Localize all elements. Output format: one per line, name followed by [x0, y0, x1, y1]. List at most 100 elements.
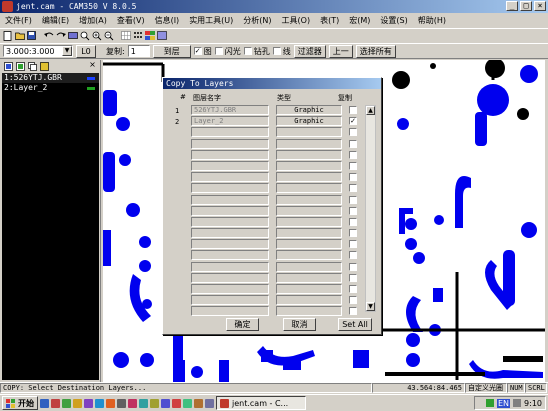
- zoom-all-icon[interactable]: [79, 30, 90, 41]
- undo-icon[interactable]: [43, 30, 54, 41]
- quicklaunch-app-icon[interactable]: [150, 398, 159, 408]
- line-checkbox[interactable]: [272, 47, 281, 55]
- layer-name-cell[interactable]: [191, 194, 269, 205]
- menu-view[interactable]: 查看(V): [112, 15, 150, 26]
- copy-checkbox[interactable]: [349, 106, 357, 114]
- copy-checkbox[interactable]: [349, 206, 357, 215]
- type-cell[interactable]: [276, 272, 342, 283]
- type-cell[interactable]: [276, 183, 342, 194]
- layer-name-cell[interactable]: 526YTJ.GBR: [191, 105, 269, 115]
- scroll-down-icon[interactable]: ▼: [366, 302, 375, 311]
- quicklaunch-app-icon[interactable]: [172, 398, 181, 408]
- menu-add[interactable]: 增加(A): [74, 15, 112, 26]
- layer-name-cell[interactable]: [191, 183, 269, 194]
- layer-name-cell[interactable]: [191, 284, 269, 294]
- open-icon[interactable]: [14, 30, 25, 41]
- copy-checkbox[interactable]: [349, 240, 357, 249]
- type-cell[interactable]: Graphic: [276, 105, 342, 115]
- layer-item[interactable]: 1:526YTJ.GBR: [2, 73, 99, 83]
- quicklaunch-app-icon[interactable]: [62, 398, 71, 408]
- graphic-checkbox[interactable]: ✓: [193, 47, 202, 55]
- type-cell[interactable]: [276, 127, 342, 138]
- menu-tables[interactable]: 表(T): [315, 15, 344, 26]
- layer-name-cell[interactable]: Layer_2: [191, 116, 269, 127]
- copy-checkbox[interactable]: [349, 307, 357, 316]
- type-cell[interactable]: [276, 149, 342, 160]
- type-cell[interactable]: [276, 295, 342, 306]
- menu-file[interactable]: 文件(F): [0, 15, 37, 26]
- type-cell[interactable]: [276, 194, 342, 205]
- layer-item[interactable]: 2:Layer_2: [2, 83, 99, 93]
- coordinate-combo[interactable]: 3.000:3.000 ▼: [3, 45, 73, 57]
- layer-add-icon[interactable]: [4, 61, 13, 71]
- dialog-scrollbar[interactable]: ▲ ▼: [365, 105, 376, 312]
- layer-name-cell[interactable]: [191, 295, 269, 306]
- layer-copy-icon[interactable]: [28, 61, 37, 71]
- menu-analysis[interactable]: 分析(N): [238, 15, 276, 26]
- type-cell[interactable]: Graphic: [276, 116, 342, 127]
- menu-info[interactable]: 信息(I): [150, 15, 185, 26]
- type-cell[interactable]: [276, 250, 342, 261]
- quicklaunch-app-icon[interactable]: [183, 398, 192, 408]
- close-icon[interactable]: ×: [88, 61, 97, 70]
- layer-name-cell[interactable]: [191, 272, 269, 283]
- quicklaunch-app-icon[interactable]: [128, 398, 137, 408]
- cancel-button[interactable]: 取消: [283, 318, 316, 331]
- quicklaunch-app-icon[interactable]: [51, 398, 60, 408]
- network-icon[interactable]: [485, 399, 494, 407]
- type-cell[interactable]: [276, 216, 342, 227]
- copy-checkbox[interactable]: [349, 173, 357, 182]
- chevron-down-icon[interactable]: ▼: [62, 46, 72, 56]
- zoom-in-icon[interactable]: [91, 30, 102, 41]
- menu-macro[interactable]: 宏(M): [344, 15, 375, 26]
- layer-zero-button[interactable]: L0: [76, 44, 96, 58]
- copy-checkbox[interactable]: [349, 195, 357, 204]
- layer-name-cell[interactable]: [191, 239, 269, 250]
- quicklaunch-app-icon[interactable]: [161, 398, 170, 408]
- copy-checkbox[interactable]: [349, 273, 357, 282]
- type-cell[interactable]: [276, 306, 342, 317]
- redo-icon[interactable]: [55, 30, 66, 41]
- layer-name-cell[interactable]: [191, 138, 269, 149]
- filter-button[interactable]: 过滤器: [293, 44, 326, 58]
- copy-checkbox[interactable]: [349, 161, 357, 170]
- menu-edit[interactable]: 编辑(E): [37, 15, 74, 26]
- set-all-button[interactable]: Set All: [338, 318, 372, 331]
- close-button[interactable]: ×: [534, 1, 546, 11]
- grid-icon[interactable]: [120, 30, 131, 41]
- snap-icon[interactable]: [132, 30, 143, 41]
- menu-tools[interactable]: 工具(O): [277, 15, 316, 26]
- layers-icon[interactable]: [144, 30, 155, 41]
- copy-count-input[interactable]: 1: [127, 45, 150, 57]
- new-icon[interactable]: [2, 30, 13, 41]
- quicklaunch-app-icon[interactable]: [194, 398, 203, 408]
- scroll-up-icon[interactable]: ▲: [366, 106, 375, 115]
- quicklaunch-ie-icon[interactable]: [40, 398, 49, 408]
- select-all-button[interactable]: 选择所有: [355, 44, 396, 58]
- copy-checkbox[interactable]: [349, 139, 357, 148]
- type-cell[interactable]: [276, 239, 342, 250]
- ime-indicator[interactable]: EN: [496, 398, 511, 408]
- layer-name-cell[interactable]: [191, 228, 269, 239]
- layer-name-cell[interactable]: [191, 127, 269, 138]
- layer-open-icon[interactable]: [16, 61, 25, 71]
- maximize-button[interactable]: □: [520, 1, 532, 11]
- layer-name-cell[interactable]: [191, 205, 269, 216]
- quicklaunch-app-icon[interactable]: [139, 398, 148, 408]
- previous-button[interactable]: 上一: [328, 44, 353, 58]
- menu-settings[interactable]: 设置(S): [375, 15, 412, 26]
- taskbar-item-cam350[interactable]: jent.cam - C...: [216, 396, 306, 410]
- layer-name-cell[interactable]: [191, 306, 269, 317]
- menu-utilities[interactable]: 实用工具(U): [184, 15, 238, 26]
- layer-name-cell[interactable]: [191, 250, 269, 261]
- to-layer-button[interactable]: 到层: [152, 44, 191, 58]
- layer-settings-icon[interactable]: [40, 61, 49, 71]
- minimize-button[interactable]: _: [506, 1, 518, 11]
- copy-checkbox[interactable]: [349, 184, 357, 193]
- type-cell[interactable]: [276, 138, 342, 149]
- layer-name-cell[interactable]: [191, 216, 269, 227]
- zoom-out-icon[interactable]: [103, 30, 114, 41]
- volume-icon[interactable]: [513, 399, 522, 407]
- start-button[interactable]: 开始: [2, 396, 38, 410]
- layer-name-cell[interactable]: [191, 172, 269, 183]
